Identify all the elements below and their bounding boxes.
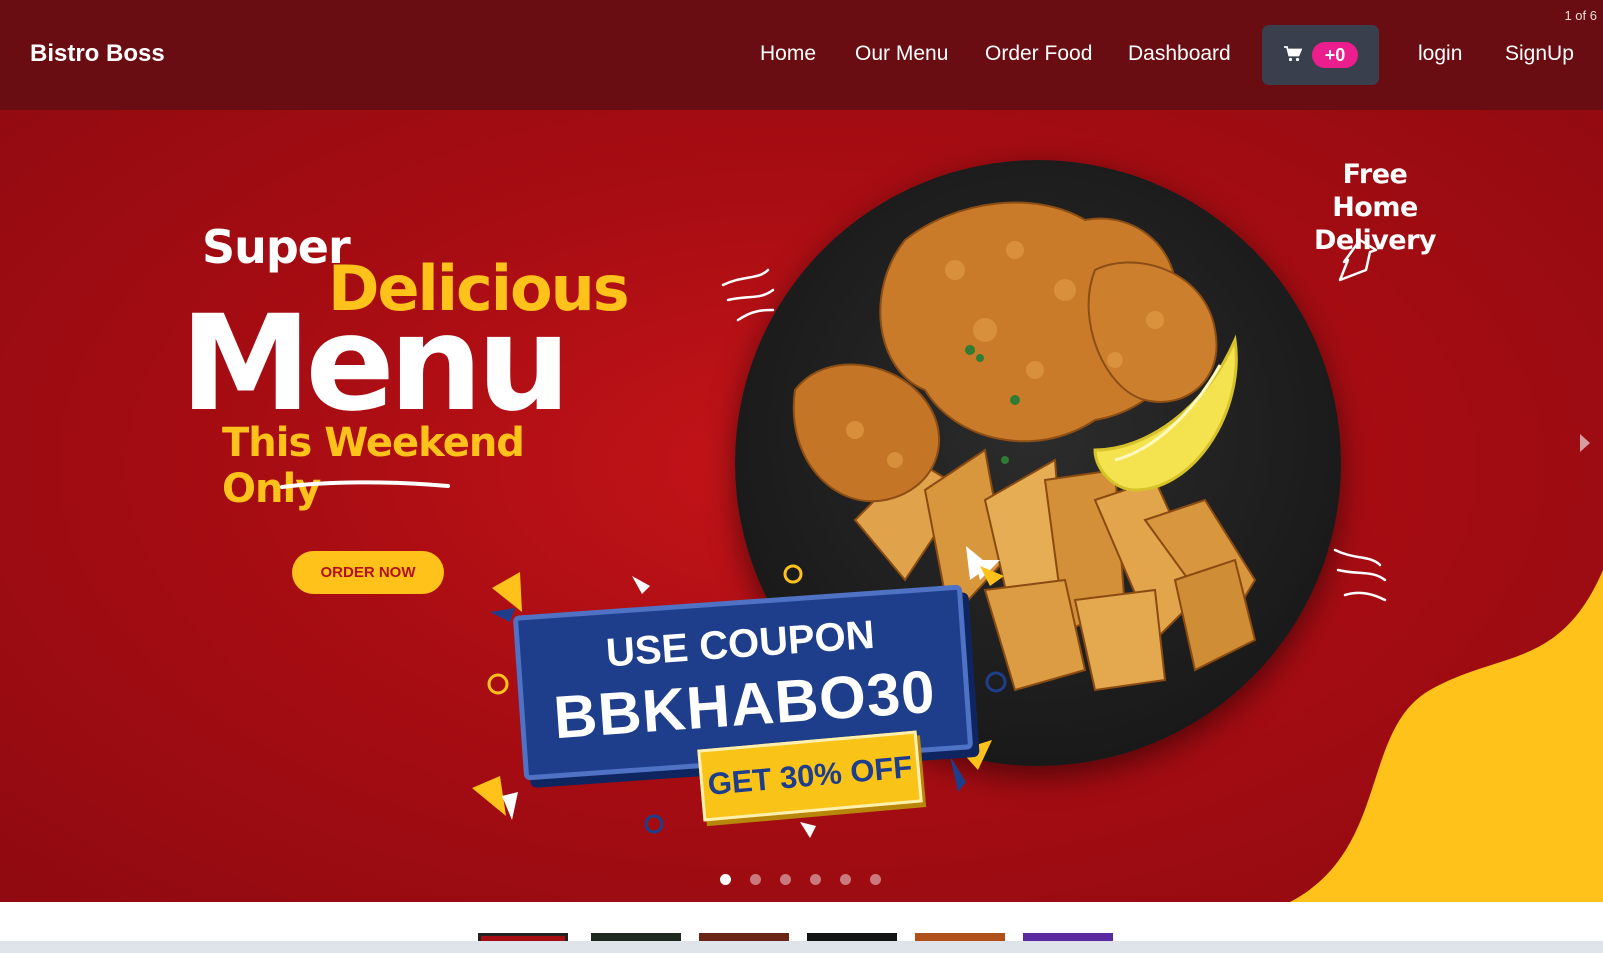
headline-menu: Menu bbox=[180, 287, 571, 441]
sparkle-lines-icon-2 bbox=[1333, 548, 1387, 602]
carousel-dot-4[interactable] bbox=[810, 874, 821, 885]
nav-home[interactable]: Home bbox=[760, 42, 816, 66]
carousel-dot-5[interactable] bbox=[840, 874, 851, 885]
sparkle-lines-icon bbox=[721, 268, 775, 322]
nav-dashboard[interactable]: Dashboard bbox=[1128, 42, 1231, 66]
carousel-dot-2[interactable] bbox=[750, 874, 761, 885]
nav-order-food[interactable]: Order Food bbox=[985, 42, 1092, 66]
headline: Super Delicious Menu This Weekend Only bbox=[170, 210, 630, 512]
cart-count-badge: +0 bbox=[1312, 42, 1358, 68]
next-slide-arrow-icon[interactable] bbox=[1578, 432, 1592, 454]
order-now-button[interactable]: ORDER NOW bbox=[292, 551, 444, 594]
carousel-dot-3[interactable] bbox=[780, 874, 791, 885]
carousel-dot-1[interactable] bbox=[720, 874, 731, 885]
nav-signup[interactable]: SignUp bbox=[1505, 42, 1574, 66]
slide-counter: 1 of 6 bbox=[1564, 8, 1597, 23]
cart-button[interactable]: +0 bbox=[1262, 25, 1379, 85]
nav-our-menu[interactable]: Our Menu bbox=[855, 42, 948, 66]
navbar: Bistro Boss Home Our Menu Order Food Das… bbox=[0, 0, 1603, 110]
underline-stroke bbox=[280, 480, 450, 489]
white-triangle-decoration bbox=[966, 546, 1004, 586]
cart-icon bbox=[1284, 46, 1302, 62]
nav-login[interactable]: login bbox=[1418, 42, 1462, 66]
brand-logo[interactable]: Bistro Boss bbox=[30, 40, 165, 68]
hero-carousel[interactable]: Super Delicious Menu This Weekend Only O… bbox=[0, 110, 1603, 902]
next-section-preview bbox=[0, 941, 1603, 953]
delivery-line-1: Free Home bbox=[1332, 159, 1418, 223]
carousel-dot-6[interactable] bbox=[870, 874, 881, 885]
curved-arrow-icon bbox=[1338, 238, 1378, 282]
headline-weekend: This Weekend Only bbox=[222, 420, 525, 512]
